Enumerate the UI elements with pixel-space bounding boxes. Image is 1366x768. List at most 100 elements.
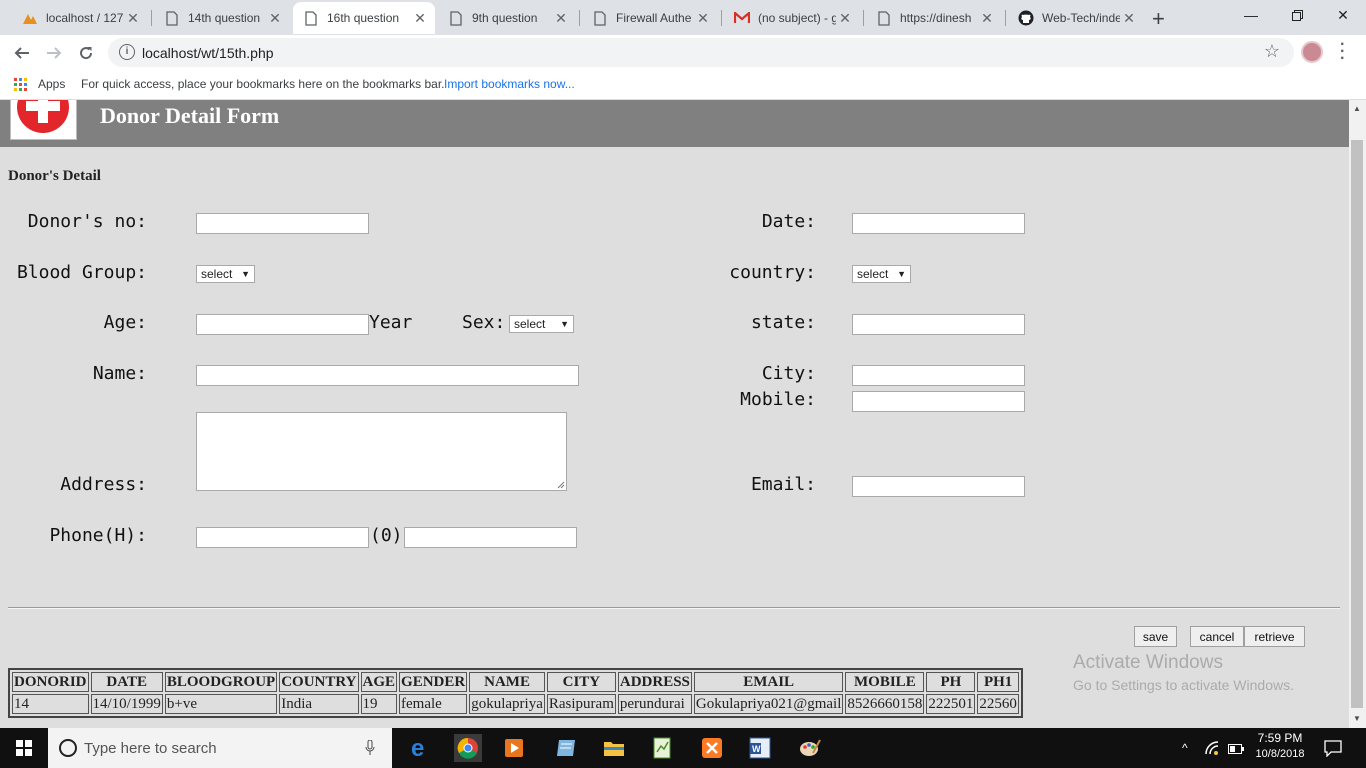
menu-dots-icon[interactable]: · · · [1340,37,1345,67]
page-icon [303,10,319,26]
xampp-icon[interactable] [698,734,726,762]
table-cell: Rasipuram [546,694,616,714]
tab-localhost[interactable]: localhost / 127 ✕ [12,2,148,34]
chrome-icon[interactable] [454,734,482,762]
battery-icon[interactable] [1228,742,1244,757]
city-input[interactable] [852,365,1025,386]
scroll-up-icon[interactable]: ▲ [1353,104,1361,113]
tab-16th-question[interactable]: 16th question ✕ [293,2,435,34]
back-arrow-icon[interactable] [8,39,36,67]
search-placeholder[interactable]: Type here to search [84,740,217,757]
close-icon[interactable]: ✕ [978,9,996,27]
clock-time[interactable]: 7:59 PM [1250,731,1310,745]
url-text[interactable]: localhost/wt/15th.php [142,45,274,61]
file-explorer-icon[interactable] [600,734,628,762]
close-icon[interactable]: ✕ [836,9,854,27]
table-cell: b+ve [164,694,278,714]
edge-browser-icon[interactable]: e [406,734,434,762]
reload-icon[interactable] [72,39,100,67]
dropdown-caret-icon: ▼ [560,319,569,329]
name-input[interactable] [196,365,579,386]
taskbar-search-box[interactable]: Type here to search [48,728,392,768]
windows-taskbar: Type here to search e W ^ 7:59 PM 10/8/2… [0,728,1366,768]
star-icon[interactable]: ☆ [1264,41,1280,62]
notes-app-icon[interactable] [552,734,580,762]
retrieve-button[interactable]: retrieve [1244,626,1305,647]
mobile-input[interactable] [852,391,1025,412]
address-textarea[interactable] [196,412,567,491]
phone-home-input[interactable] [196,527,369,548]
tab-dinesh[interactable]: https://dinesh ✕ [866,2,1002,34]
donor-no-label: Donor's no: [27,211,147,232]
minimize-icon[interactable]: — [1228,0,1274,30]
clock-date[interactable]: 10/8/2018 [1250,748,1310,760]
vertical-scrollbar[interactable]: ▲ ▼ [1349,100,1366,728]
age-input[interactable] [196,314,369,335]
country-select[interactable]: select ▼ [852,265,911,283]
year-label: Year [369,312,413,333]
avatar[interactable] [1301,41,1323,63]
close-icon[interactable]: ✕ [694,9,712,27]
age-label: Age: [103,312,147,333]
info-icon[interactable]: i [119,44,135,60]
apps-link[interactable]: Apps [38,77,65,91]
close-icon[interactable]: ✕ [1120,9,1138,27]
close-icon[interactable]: ✕ [411,9,429,27]
media-player-icon[interactable] [500,734,528,762]
close-icon[interactable]: ✕ [266,9,284,27]
tab-firewall[interactable]: Firewall Authe ✕ [582,2,718,34]
new-tab-button[interactable]: + [1152,6,1165,32]
chevron-up-icon[interactable]: ^ [1182,741,1188,755]
table-cell: Gokulapriya021@gmail [693,694,844,714]
close-window-icon[interactable]: ✕ [1320,0,1366,30]
tab-gmail[interactable]: (no subject) - g ✕ [724,2,860,34]
sex-select[interactable]: select ▼ [509,315,574,333]
phone-office-input[interactable] [404,527,577,548]
microphone-icon[interactable] [365,740,375,756]
restore-icon[interactable] [1274,0,1320,30]
spreadsheet-app-icon[interactable] [648,734,676,762]
apps-grid-icon[interactable] [14,78,28,95]
tab-9th-question[interactable]: 9th question ✕ [438,2,576,34]
cancel-button[interactable]: cancel [1190,626,1244,647]
activate-windows-subtext: Go to Settings to activate Windows. [1073,677,1294,693]
column-header: AGE [360,672,398,692]
tab-14th-question[interactable]: 14th question ✕ [154,2,290,34]
phone-office-label: (0) [370,525,403,546]
import-bookmarks-link[interactable]: Import bookmarks now... [444,77,575,91]
forward-arrow-icon[interactable] [40,39,68,67]
date-input[interactable] [852,213,1025,234]
bookmarks-bar: Apps For quick access, place your bookma… [0,70,1366,100]
donor-no-input[interactable] [196,213,369,234]
table-cell: female [399,694,468,714]
state-label: state: [750,312,816,333]
notifications-icon[interactable] [1324,739,1342,760]
close-icon[interactable]: ✕ [552,9,570,27]
column-header: GENDER [399,672,468,692]
table-cell: 14 [12,694,89,714]
phpmyadmin-icon [22,10,38,26]
state-input[interactable] [852,314,1025,335]
scroll-down-icon[interactable]: ▼ [1353,714,1361,723]
tab-separator [721,10,722,26]
dropdown-caret-icon: ▼ [897,269,906,279]
github-icon [1018,10,1034,26]
scrollbar-thumb[interactable] [1351,140,1363,708]
page-title: Donor Detail Form [100,103,280,128]
windows-start-icon[interactable] [10,734,38,762]
browser-tab-strip: localhost / 127 ✕ 14th question ✕ 16th q… [0,0,1366,35]
search-circle-icon [59,739,77,757]
resize-handle-icon[interactable] [557,481,565,489]
country-label: country: [729,262,816,283]
tab-github[interactable]: Web-Tech/inde ✕ [1008,2,1144,34]
address-bar[interactable]: i localhost/wt/15th.php ☆ [108,38,1294,67]
column-header: DONORID [12,672,89,692]
close-icon[interactable]: ✕ [124,9,142,27]
email-input[interactable] [852,476,1025,497]
save-button[interactable]: save [1134,626,1177,647]
network-icon[interactable] [1204,740,1220,759]
word-icon[interactable]: W [746,734,774,762]
paint-icon[interactable] [796,734,824,762]
blood-group-select[interactable]: select ▼ [196,265,255,283]
column-header: EMAIL [693,672,844,692]
